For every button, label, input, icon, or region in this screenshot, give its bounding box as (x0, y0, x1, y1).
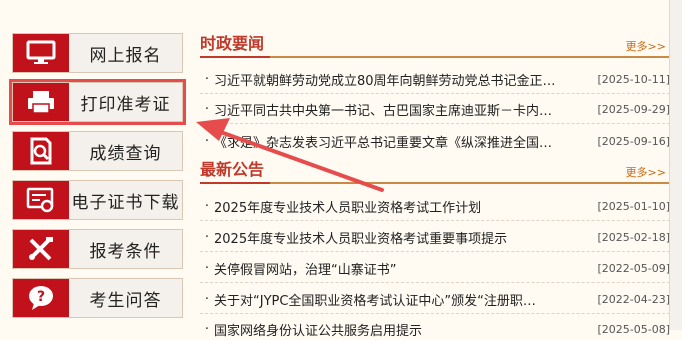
menu-item-print-admission-ticket[interactable]: 打印准考证 (9, 79, 186, 125)
divider (200, 220, 670, 221)
news-item-date: [2025-09-16] (597, 134, 670, 148)
notice-item-title[interactable]: 关停假冒网站，治理“山寨证书” (214, 259, 584, 278)
notice-item-title[interactable]: 2025年度专业技术人员职业资格考试重要事项提示 (214, 228, 584, 247)
notice-item-date: [2025-05-08] (597, 322, 670, 336)
monitor-icon (13, 34, 69, 72)
news-item-date: [2025-10-11] (597, 72, 670, 86)
menu-item-label: 报考条件 (89, 241, 162, 262)
notice-item[interactable]: · 关于对“JYPC全国职业资格考试认证中心”颁发“注册职… [2022-04-… (200, 288, 670, 310)
divider (200, 282, 670, 283)
menu-item-label: 考生问答 (89, 290, 162, 311)
news-item[interactable]: · 习近平同古共中央第一书记、古巴国家主席迪亚斯－卡内… [2025-09-29… (200, 98, 670, 120)
menu-item-score-query[interactable]: 成绩查询 (12, 131, 183, 171)
notice-item-title[interactable]: 国家网络身份认证公共服务启用提示 (214, 320, 584, 339)
notice-item-title[interactable]: 2025年度专业技术人员职业资格考试工作计划 (214, 197, 584, 216)
content-area: 时政要闻 更多>> · 习近平就朝鲜劳动党成立80周年向朝鲜劳动党总书记金正… … (200, 0, 670, 339)
question-icon: ? (13, 279, 69, 317)
news-item-date: [2025-09-29] (597, 102, 670, 116)
document-search-icon (13, 132, 69, 170)
news-item-title[interactable]: 习近平同古共中央第一书记、古巴国家主席迪亚斯－卡内… (214, 100, 584, 119)
divider (200, 313, 670, 314)
bullet-icon: · (204, 229, 210, 245)
notice-item[interactable]: · 国家网络身份认证公共服务启用提示 [2025-05-08] (200, 318, 670, 340)
notice-section-header: 最新公告 更多>> (200, 156, 670, 184)
bullet-icon: · (204, 71, 210, 87)
menu-item-candidate-faq[interactable]: ? 考生问答 (12, 278, 183, 318)
news-section-header: 时政要闻 更多>> (200, 30, 670, 58)
notice-item-date: [2022-04-23] (597, 292, 670, 306)
menu-item-label: 打印准考证 (80, 94, 171, 115)
title-underline (200, 56, 270, 58)
notice-item-title[interactable]: 关于对“JYPC全国职业资格考试认证中心”颁发“注册职… (214, 290, 584, 309)
menu-item-label: 电子证书下载 (71, 192, 180, 213)
menu-item-e-certificate-download[interactable]: 电子证书下载 (12, 180, 183, 220)
news-item[interactable]: · 《求是》杂志发表习近平总书记重要文章《纵深推进全国… [2025-09-16… (200, 130, 670, 152)
bullet-icon: · (204, 291, 210, 307)
news-section-title: 时政要闻 (200, 34, 265, 53)
title-underline (200, 182, 270, 184)
news-item-title[interactable]: 习近平就朝鲜劳动党成立80周年向朝鲜劳动党总书记金正… (214, 70, 584, 89)
notice-section-title: 最新公告 (200, 160, 265, 179)
notice-item[interactable]: · 关停假冒网站，治理“山寨证书” [2022-05-09] (200, 257, 670, 279)
notice-item[interactable]: · 2025年度专业技术人员职业资格考试工作计划 [2025-01-10] (200, 195, 670, 217)
menu-item-online-registration[interactable]: 网上报名 (12, 33, 183, 73)
tools-icon (13, 230, 69, 268)
notice-item-date: [2025-01-10] (597, 199, 670, 213)
divider (200, 251, 670, 252)
menu-item-label: 网上报名 (89, 45, 162, 66)
notice-item-date: [2025-02-18] (597, 230, 670, 244)
scrollbar[interactable] (669, 0, 682, 330)
bullet-icon: · (204, 133, 210, 149)
bullet-icon: · (204, 198, 210, 214)
notice-more-link[interactable]: 更多>> (626, 164, 666, 180)
menu-item-exam-requirements[interactable]: 报考条件 (12, 229, 183, 269)
printer-icon (13, 83, 69, 121)
left-menu: 网上报名 打印准考证 成绩查询 电子证书下载 报考条件 ? 考生问答 (0, 0, 195, 330)
divider (200, 123, 670, 124)
notice-item[interactable]: · 2025年度专业技术人员职业资格考试重要事项提示 [2025-02-18] (200, 226, 670, 248)
news-item-title[interactable]: 《求是》杂志发表习近平总书记重要文章《纵深推进全国… (214, 132, 584, 151)
news-more-link[interactable]: 更多>> (626, 38, 666, 54)
certificate-icon (13, 181, 69, 219)
news-item[interactable]: · 习近平就朝鲜劳动党成立80周年向朝鲜劳动党总书记金正… [2025-10-1… (200, 68, 670, 90)
svg-text:?: ? (37, 289, 45, 305)
bullet-icon: · (204, 101, 210, 117)
bullet-icon: · (204, 321, 210, 337)
bullet-icon: · (204, 260, 210, 276)
menu-item-label: 成绩查询 (89, 143, 162, 164)
notice-item-date: [2022-05-09] (597, 261, 670, 275)
divider (200, 93, 670, 94)
